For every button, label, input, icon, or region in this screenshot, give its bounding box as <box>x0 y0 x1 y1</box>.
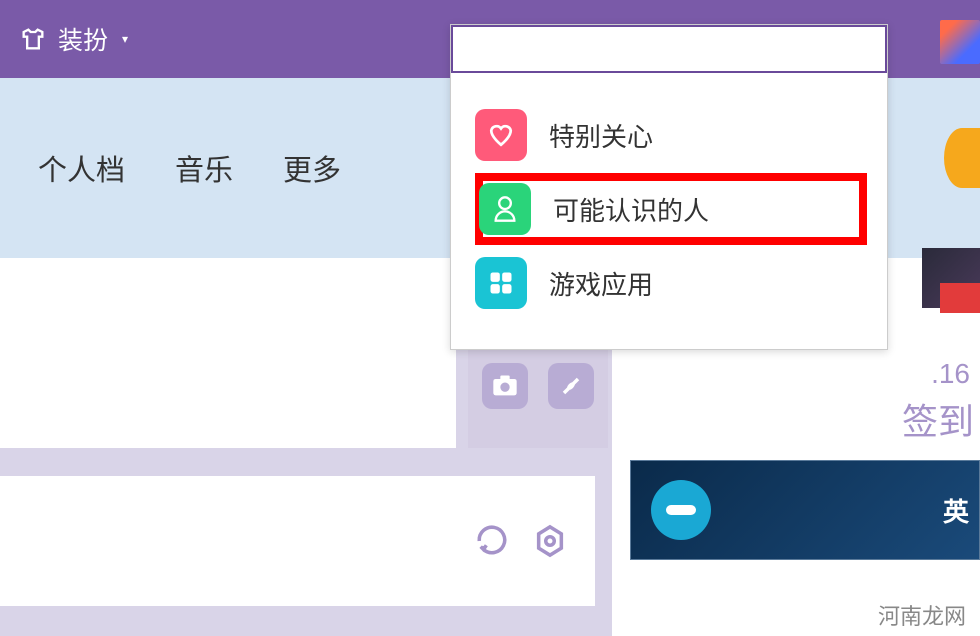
game-logo-icon <box>651 480 711 540</box>
link-icon[interactable] <box>548 363 594 409</box>
nav-music[interactable]: 音乐 <box>175 147 233 189</box>
game-banner[interactable]: 英 <box>630 460 980 560</box>
person-icon <box>479 183 531 235</box>
dropdown-item-special-follow[interactable]: 特别关心 <box>475 97 867 173</box>
search-input[interactable] <box>451 25 887 73</box>
dropdown-label: 特别关心 <box>549 117 653 154</box>
dress-dropdown-button[interactable]: 装扮 ▾ <box>18 21 128 57</box>
red-badge <box>940 283 980 313</box>
tshirt-icon <box>18 25 48 53</box>
nav-more[interactable]: 更多 <box>283 147 341 189</box>
watermark: 河南龙网 <box>872 598 972 632</box>
dropdown-label: 可能认识的人 <box>553 191 709 228</box>
orange-decoration <box>944 128 980 188</box>
caret-down-icon: ▾ <box>122 32 128 46</box>
search-dropdown: 特别关心 可能认识的人 游戏应用 <box>450 24 888 350</box>
camera-glyph <box>491 374 519 398</box>
dropdown-menu: 特别关心 可能认识的人 游戏应用 <box>451 73 887 349</box>
toolbar-panel <box>0 476 595 606</box>
content-row-2 <box>0 462 595 606</box>
refresh-icon[interactable] <box>475 524 509 558</box>
dropdown-label: 游戏应用 <box>549 265 653 302</box>
nav-profile[interactable]: 个人档 <box>38 147 125 189</box>
avatar[interactable] <box>940 20 980 64</box>
settings-icon[interactable] <box>533 524 567 558</box>
camera-icon[interactable] <box>482 363 528 409</box>
dress-label: 装扮 <box>58 21 108 57</box>
game-banner-text: 英 <box>943 492 969 529</box>
dropdown-item-people-you-may-know[interactable]: 可能认识的人 <box>475 173 867 245</box>
content-panel <box>0 258 456 448</box>
checkin-button[interactable]: 签到 <box>902 393 974 445</box>
heart-icon <box>475 109 527 161</box>
link-glyph <box>557 372 585 400</box>
date-fragment: .16 <box>931 358 970 390</box>
dropdown-item-game-apps[interactable]: 游戏应用 <box>475 245 867 321</box>
apps-icon <box>475 257 527 309</box>
